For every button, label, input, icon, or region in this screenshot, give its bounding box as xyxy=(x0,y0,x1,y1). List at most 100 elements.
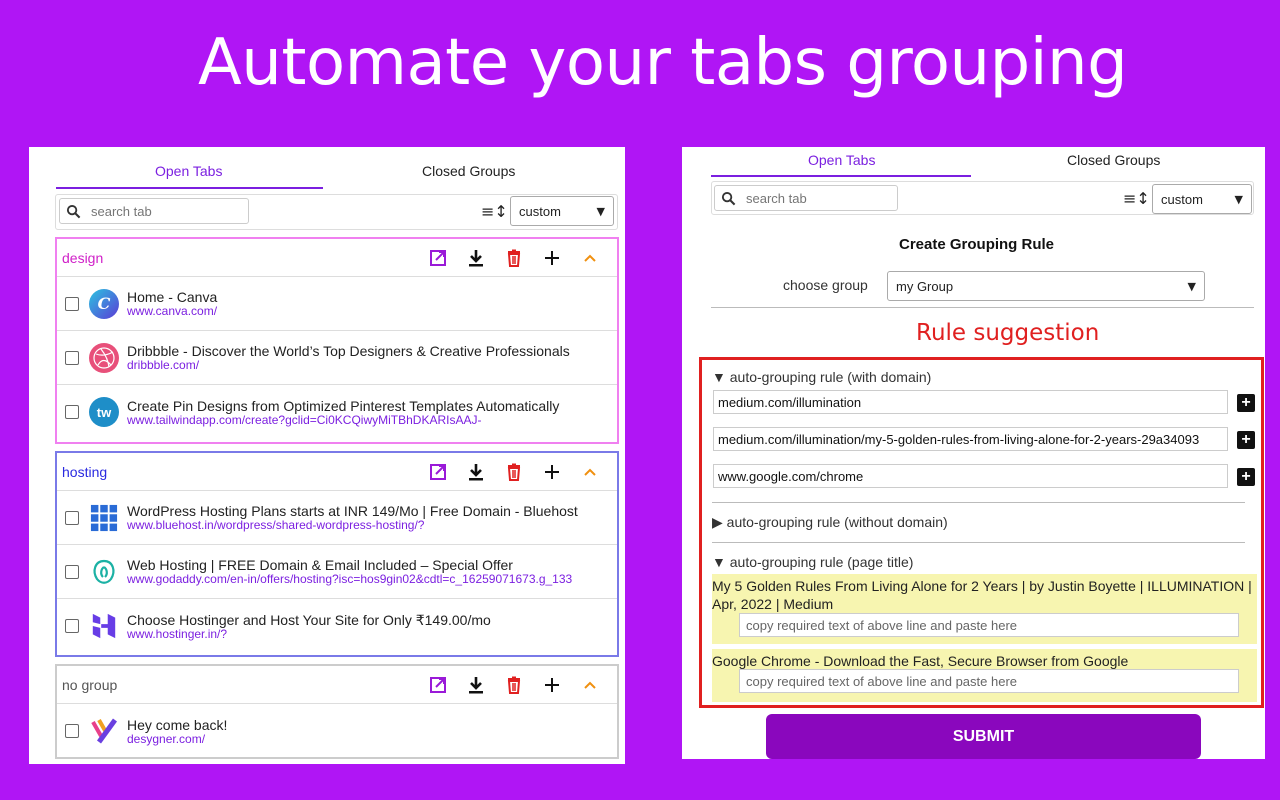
tab-checkbox[interactable] xyxy=(65,619,79,633)
sort-icon[interactable]: ≡↕ xyxy=(481,202,508,221)
hero-title: Automate your tabs grouping xyxy=(198,26,1128,100)
chevron-down-icon: ▼ xyxy=(1187,279,1196,293)
tab-title: Choose Hostinger and Host Your Site for … xyxy=(127,611,491,628)
tab-open-tabs[interactable]: Open Tabs xyxy=(808,152,875,168)
submit-button[interactable]: SUBMIT xyxy=(766,714,1201,759)
sort-value: custom xyxy=(1161,191,1203,207)
delete-icon[interactable] xyxy=(495,245,533,271)
search-box[interactable] xyxy=(714,185,898,211)
collapse-icon[interactable] xyxy=(571,672,609,698)
dribbble-icon xyxy=(89,342,119,373)
sort-select[interactable]: custom ▼ xyxy=(510,196,614,226)
open-external-icon[interactable] xyxy=(419,459,457,485)
choose-group-select[interactable]: my Group ▼ xyxy=(887,271,1205,301)
choose-group-value: my Group xyxy=(896,278,954,294)
add-icon[interactable] xyxy=(533,459,571,485)
active-tab-underline xyxy=(711,175,971,177)
download-icon[interactable] xyxy=(457,245,495,271)
domain-rule-input[interactable]: www.google.com/chrome xyxy=(713,464,1228,488)
tab-title: WordPress Hosting Plans starts at INR 14… xyxy=(127,503,578,519)
tab-url: www.godaddy.com/en-in/offers/hosting?isc… xyxy=(127,572,573,586)
paste-title-input[interactable]: copy required text of above line and pas… xyxy=(739,613,1239,637)
tab-row[interactable]: C Home - Canva www.canva.com/ xyxy=(57,277,617,331)
tab-row[interactable]: WordPress Hosting Plans starts at INR 14… xyxy=(57,491,617,545)
tab-row[interactable]: Web Hosting | FREE Domain & Email Includ… xyxy=(57,545,617,599)
group-actions xyxy=(419,672,609,698)
right-panel: Open Tabs Closed Groups ≡↕ custom ▼ Crea… xyxy=(682,147,1265,759)
active-tab-underline xyxy=(56,187,323,189)
delete-icon[interactable] xyxy=(495,459,533,485)
download-icon[interactable] xyxy=(457,459,495,485)
group-name[interactable]: design xyxy=(62,250,103,266)
tab-row[interactable]: Dribbble - Discover the World’s Top Desi… xyxy=(57,331,617,385)
group-actions xyxy=(419,459,609,485)
paste-title-input[interactable]: copy required text of above line and pas… xyxy=(739,669,1239,693)
search-input[interactable] xyxy=(746,190,886,206)
tab-url: www.bluehost.in/wordpress/shared-wordpre… xyxy=(127,518,425,532)
group-hosting: hosting WordPress Hosting Plans starts a… xyxy=(55,451,619,657)
search-box[interactable] xyxy=(59,198,249,224)
tab-checkbox[interactable] xyxy=(65,296,79,311)
choose-group-label: choose group xyxy=(783,277,868,293)
tab-title: Create Pin Designs from Optimized Pinter… xyxy=(127,397,560,414)
search-icon xyxy=(721,191,736,205)
add-icon[interactable] xyxy=(533,672,571,698)
group-design: design C Home - Canva www.canva.com/ Drib… xyxy=(55,237,619,444)
desygner-icon xyxy=(89,716,119,746)
create-rule-title: Create Grouping Rule xyxy=(899,236,1055,253)
page-title-text: My 5 Golden Rules From Living Alone for … xyxy=(712,578,1252,612)
tab-closed-groups[interactable]: Closed Groups xyxy=(422,163,515,179)
search-input[interactable] xyxy=(91,203,231,219)
godaddy-icon xyxy=(89,556,119,587)
collapse-icon[interactable] xyxy=(571,459,609,485)
tab-url: desygner.com/ xyxy=(127,731,206,746)
collapse-icon[interactable] xyxy=(571,245,609,271)
tab-checkbox[interactable] xyxy=(65,724,79,738)
add-rule-icon[interactable]: + xyxy=(1237,431,1255,449)
open-external-icon[interactable] xyxy=(419,245,457,271)
tab-url: www.canva.com/ xyxy=(127,304,218,318)
tab-checkbox[interactable] xyxy=(65,564,79,579)
chevron-down-icon: ▼ xyxy=(596,204,605,218)
bluehost-icon xyxy=(89,502,119,533)
add-rule-icon[interactable]: + xyxy=(1237,468,1255,486)
tab-title: Web Hosting | FREE Domain & Email Includ… xyxy=(127,557,513,573)
tab-open-tabs[interactable]: Open Tabs xyxy=(155,163,222,179)
rule-nodomain-summary[interactable]: ▶ auto-grouping rule (without domain) xyxy=(712,514,948,531)
open-external-icon[interactable] xyxy=(419,672,457,698)
tab-row[interactable]: tw Create Pin Designs from Optimized Pin… xyxy=(57,385,617,439)
tab-row[interactable]: Hey come back! desygner.com/ xyxy=(57,704,617,758)
left-panel: Open Tabs Closed Groups ≡↕ custom ▼ desi… xyxy=(29,147,625,764)
add-icon[interactable] xyxy=(533,245,571,271)
group-actions xyxy=(419,245,609,271)
canva-icon: C xyxy=(89,288,119,319)
group-name[interactable]: hosting xyxy=(62,464,107,480)
add-rule-icon[interactable]: + xyxy=(1237,394,1255,412)
sort-icon[interactable]: ≡↕ xyxy=(1123,189,1150,208)
download-icon[interactable] xyxy=(457,672,495,698)
rule-suggestions-box: ▼ auto-grouping rule (with domain) mediu… xyxy=(699,357,1264,708)
hostinger-icon xyxy=(89,611,119,641)
rule-title-summary[interactable]: ▼ auto-grouping rule (page title) xyxy=(712,554,913,570)
tab-row[interactable]: Choose Hostinger and Host Your Site for … xyxy=(57,599,617,653)
group-header: design xyxy=(57,239,617,277)
group-header: no group xyxy=(57,666,617,704)
tab-checkbox[interactable] xyxy=(65,405,79,419)
rule-suggestion-label: Rule suggestion xyxy=(910,316,1106,350)
chevron-down-icon: ▼ xyxy=(1234,192,1243,206)
tab-closed-groups[interactable]: Closed Groups xyxy=(1067,152,1160,168)
group-name[interactable]: no group xyxy=(62,677,117,693)
tab-checkbox[interactable] xyxy=(65,350,79,365)
delete-icon[interactable] xyxy=(495,672,533,698)
rule-domain-summary[interactable]: ▼ auto-grouping rule (with domain) xyxy=(712,369,931,385)
tab-bar: Open Tabs Closed Groups xyxy=(29,147,625,189)
tailwind-icon: tw xyxy=(89,397,119,427)
page-title-text: Google Chrome - Download the Fast, Secur… xyxy=(712,653,1129,669)
divider xyxy=(712,502,1245,503)
tab-checkbox[interactable] xyxy=(65,510,79,525)
sort-select[interactable]: custom ▼ xyxy=(1152,184,1252,214)
tab-url: www.tailwindapp.com/create?gclid=Ci0KCQi… xyxy=(127,412,482,427)
domain-rule-input[interactable]: medium.com/illumination/my-5-golden-rule… xyxy=(713,427,1228,451)
domain-rule-input[interactable]: medium.com/illumination xyxy=(713,390,1228,414)
tab-url: www.hostinger.in/? xyxy=(127,626,228,641)
